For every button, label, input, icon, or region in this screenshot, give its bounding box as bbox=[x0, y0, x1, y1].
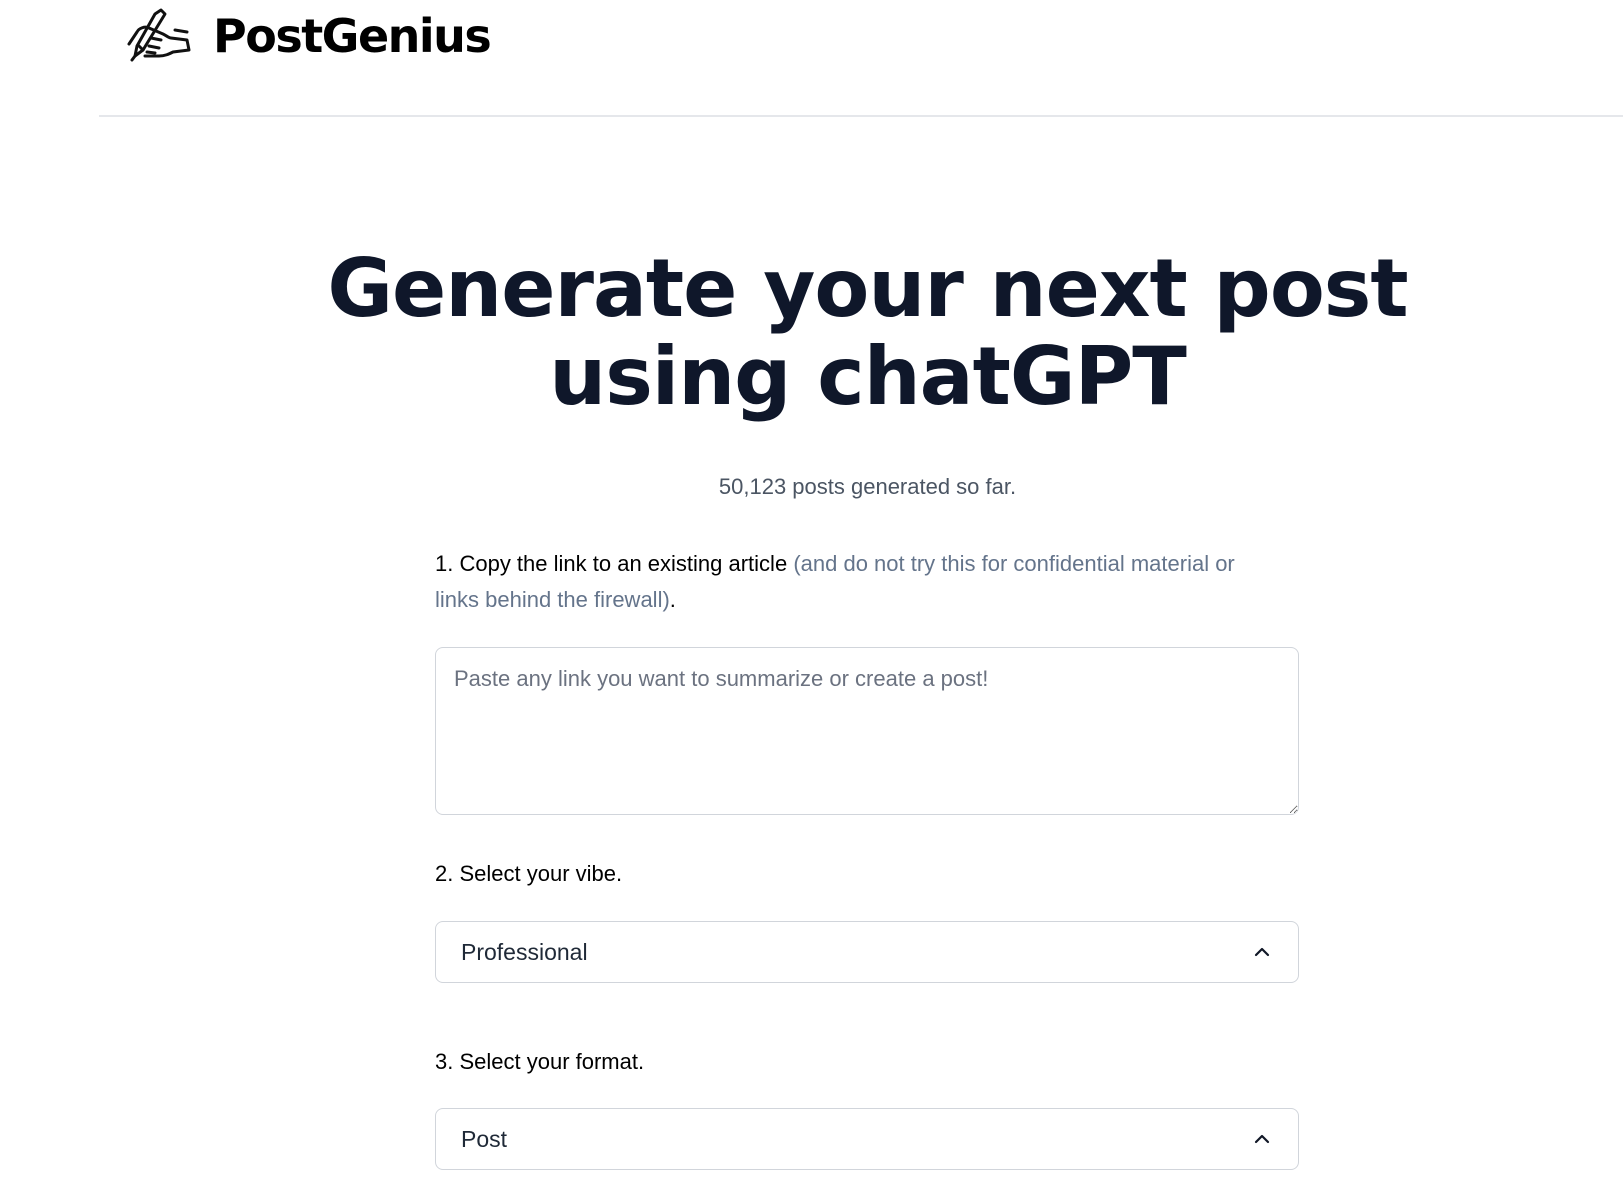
step1-label: 1. Copy the link to an existing article … bbox=[435, 546, 1255, 618]
step1-suffix: . bbox=[669, 587, 676, 612]
brand-name: PostGenius bbox=[213, 9, 492, 63]
step2-label: 2. Select your vibe. bbox=[435, 861, 623, 886]
step3-label: 3. Select your format. bbox=[435, 1049, 645, 1074]
page-title-line1: Generate your next post bbox=[327, 242, 1408, 335]
page-title: Generate your next post using chatGPT bbox=[0, 245, 1623, 421]
vibe-select[interactable]: Professional bbox=[435, 921, 1299, 983]
chevron-up-icon bbox=[1254, 1134, 1270, 1144]
posts-counter: 50,123 posts generated so far. bbox=[718, 474, 1017, 499]
header-divider bbox=[99, 115, 1623, 117]
site-header: PostGenius bbox=[0, 0, 1623, 117]
chevron-up-icon bbox=[1254, 947, 1270, 957]
vibe-select-value: Professional bbox=[461, 939, 588, 965]
hand-writing-icon bbox=[127, 8, 191, 62]
article-link-input[interactable] bbox=[435, 647, 1299, 815]
format-select-value: Post bbox=[461, 1126, 508, 1152]
step1-label-text: 1. Copy the link to an existing article bbox=[435, 551, 788, 576]
brand-link[interactable]: PostGenius bbox=[125, 6, 492, 66]
format-select[interactable]: Post bbox=[435, 1108, 1299, 1170]
page: PostGenius Generate your next post using… bbox=[0, 0, 1623, 1199]
page-title-line2: using chatGPT bbox=[549, 330, 1187, 423]
